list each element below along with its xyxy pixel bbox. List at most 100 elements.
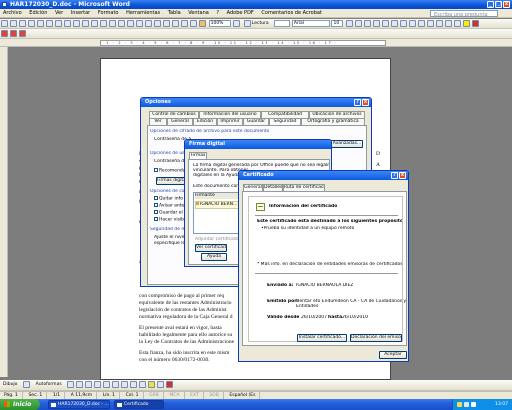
highlight-icon[interactable] <box>463 20 471 27</box>
align-left-icon[interactable] <box>373 20 381 27</box>
decrease-indent-icon[interactable] <box>436 20 444 27</box>
fill-color-icon[interactable] <box>148 381 156 388</box>
minimize-button[interactable]: _ <box>487 1 494 8</box>
privacy-checkbox[interactable]: Hacer visible <box>154 217 188 224</box>
wordart-icon[interactable] <box>112 381 120 388</box>
tab-guardar[interactable]: Guardar <box>243 118 269 125</box>
open-icon[interactable] <box>10 20 17 27</box>
select-objects-icon[interactable] <box>23 381 31 388</box>
menu-herramientas[interactable]: Herramientas <box>123 9 163 17</box>
email-icon[interactable] <box>37 20 44 27</box>
menu-comentarios[interactable]: Comentarios de Acrobat <box>258 9 325 17</box>
show-hide-icon[interactable] <box>199 20 206 27</box>
read-icon[interactable] <box>243 20 251 27</box>
privacy-checkbox[interactable]: Guardar el n <box>154 210 187 217</box>
tab-ver[interactable]: Ver <box>149 118 167 125</box>
font-size-select[interactable]: 10 <box>331 20 344 27</box>
numbering-icon[interactable] <box>418 20 426 27</box>
menu-archivo[interactable]: Archivo <box>0 9 25 17</box>
save-icon[interactable] <box>19 20 26 27</box>
line-color-icon[interactable] <box>157 381 165 388</box>
tab-firmas[interactable]: Firmas <box>189 152 207 159</box>
permission-icon[interactable] <box>28 20 35 27</box>
start-button[interactable]: Inicio <box>0 399 40 410</box>
tray-icon[interactable] <box>464 402 469 407</box>
menu-help[interactable]: ? <box>213 9 222 17</box>
tab-cert-ruta[interactable]: Ruta de certificación <box>283 184 325 191</box>
help-icon[interactable] <box>233 20 241 27</box>
menu-edicion[interactable]: Edición <box>26 9 50 17</box>
options-close-button[interactable]: x <box>362 99 369 106</box>
picture-icon[interactable] <box>139 381 147 388</box>
tab-ubicacion-archivos[interactable]: Ubicación de archivos <box>309 111 365 118</box>
certificate-help-button[interactable]: ? <box>391 172 398 179</box>
signers-list[interactable]: Firmante IGNACIO BERN... <box>193 192 243 234</box>
textbox-icon[interactable] <box>103 381 111 388</box>
line-icon[interactable] <box>67 381 75 388</box>
autoshapes-menu[interactable]: Autoformas <box>33 380 65 390</box>
font-select[interactable]: Arial <box>291 20 330 27</box>
tab-info-usuario[interactable]: Información del usuario <box>199 111 261 118</box>
signer-row[interactable]: IGNACIO BERN... <box>195 201 243 209</box>
hyperlink-icon[interactable] <box>136 20 143 27</box>
tab-general[interactable]: General <box>167 118 193 125</box>
tab-compatibilidad[interactable]: Compatibilidad <box>261 111 309 118</box>
justify-icon[interactable] <box>400 20 408 27</box>
pdf-email-icon[interactable] <box>10 30 17 37</box>
privacy-checkbox[interactable]: Quitar info <box>154 196 183 203</box>
signers-column-header[interactable]: Firmante <box>195 193 243 199</box>
menu-tabla[interactable]: Tabla <box>165 9 184 17</box>
taskbar-item-certificado[interactable]: Certificado <box>114 400 164 409</box>
oval-icon[interactable] <box>94 381 102 388</box>
print-icon[interactable] <box>46 20 53 27</box>
accept-button[interactable]: Aceptar <box>379 351 407 359</box>
border-icon[interactable] <box>454 20 462 27</box>
align-right-icon[interactable] <box>391 20 399 27</box>
clock[interactable]: 13:07 <box>495 402 508 407</box>
taskbar-item-word[interactable]: HAR172030_D.doc - ... <box>48 400 110 409</box>
arrow-icon[interactable] <box>76 381 84 388</box>
menu-adobe-pdf[interactable]: Adobe PDF <box>224 9 257 17</box>
tray-icon[interactable] <box>471 402 476 407</box>
spelling-icon[interactable] <box>64 20 71 27</box>
certificate-close-button[interactable]: x <box>399 172 406 179</box>
cut-icon[interactable] <box>82 20 89 27</box>
excel-icon[interactable] <box>163 20 170 27</box>
tab-seguridad[interactable]: Seguridad <box>269 118 301 125</box>
new-icon[interactable] <box>1 20 8 27</box>
status-mode[interactable]: SOB <box>205 392 224 399</box>
undo-icon[interactable] <box>118 20 125 27</box>
advanced-button[interactable]: Avanzadas... <box>331 140 363 148</box>
status-mode[interactable]: EXT <box>186 392 204 399</box>
tab-edicion[interactable]: Edición <box>193 118 217 125</box>
tab-ortografia[interactable]: Ortografía y gramática <box>301 118 365 125</box>
drawing-icon[interactable] <box>181 20 188 27</box>
menu-ver[interactable]: Ver <box>52 9 66 17</box>
bullets-icon[interactable] <box>427 20 435 27</box>
italic-icon[interactable] <box>355 20 363 27</box>
style-select[interactable] <box>274 20 291 27</box>
rectangle-icon[interactable] <box>85 381 93 388</box>
menu-insertar[interactable]: Insertar <box>68 9 93 17</box>
tab-imprimir[interactable]: Imprimir <box>217 118 243 125</box>
insert-table-icon[interactable] <box>154 20 161 27</box>
bold-icon[interactable] <box>346 20 354 27</box>
columns-icon[interactable] <box>172 20 179 27</box>
diagram-icon[interactable] <box>121 381 129 388</box>
underline-icon[interactable] <box>364 20 372 27</box>
font-color-icon[interactable] <box>166 381 174 388</box>
redo-icon[interactable] <box>127 20 134 27</box>
clipart-icon[interactable] <box>130 381 138 388</box>
close-button[interactable]: x <box>503 1 510 8</box>
pdf-convert-icon[interactable] <box>1 30 8 37</box>
options-help-button[interactable]: ? <box>354 99 361 106</box>
tab-cert-detalles[interactable]: Detalles <box>263 184 283 191</box>
privacy-checkbox[interactable]: Avisar antes <box>154 203 187 210</box>
status-mode[interactable]: GRB <box>145 392 164 399</box>
preview-icon[interactable] <box>55 20 62 27</box>
status-mode[interactable]: MCA <box>165 392 185 399</box>
install-certificate-button[interactable]: Instalar certificado... <box>297 334 347 342</box>
increase-indent-icon[interactable] <box>445 20 453 27</box>
signature-help-button[interactable]: Ayuda <box>201 253 227 261</box>
view-certificate-button[interactable]: Ver certificado... <box>195 244 227 252</box>
